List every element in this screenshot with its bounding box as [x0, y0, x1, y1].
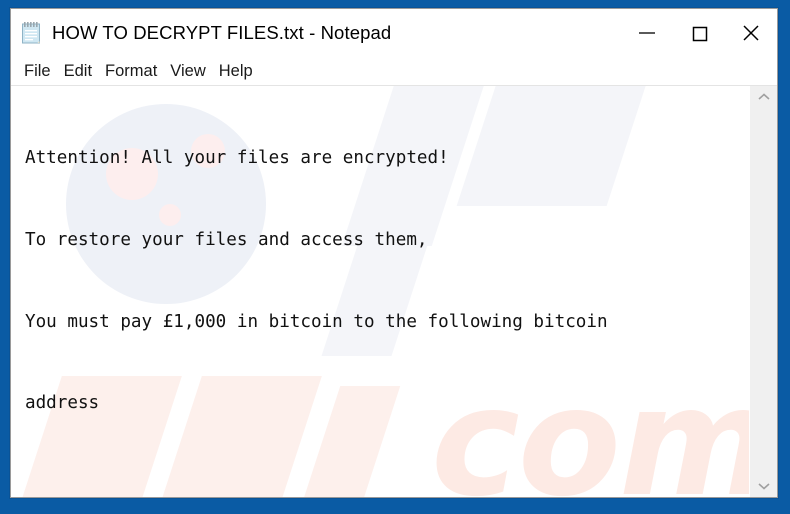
maximize-button[interactable]: [673, 9, 725, 57]
text-line: [25, 472, 749, 497]
maximize-icon: [692, 26, 708, 42]
window-title: HOW TO DECRYPT FILES.txt - Notepad: [52, 22, 392, 43]
chevron-up-icon: [757, 93, 770, 100]
text-line: To restore your files and access them,: [25, 230, 428, 251]
text-editor[interactable]: com Attention! All your files are encryp…: [11, 86, 749, 497]
close-button[interactable]: [725, 9, 777, 57]
menu-item-file[interactable]: File: [24, 63, 51, 80]
scroll-up-button[interactable]: [750, 86, 777, 108]
notepad-icon: [21, 21, 43, 45]
minimize-icon: [639, 32, 655, 34]
text-line: You must pay £1,000 in bitcoin to the fo…: [25, 311, 608, 332]
menu-item-edit[interactable]: Edit: [64, 63, 92, 80]
minimize-button[interactable]: [621, 9, 673, 57]
window-controls: [621, 9, 777, 57]
editor-area: com Attention! All your files are encryp…: [11, 85, 777, 497]
scrollbar-track[interactable]: [750, 108, 777, 475]
menu-item-view[interactable]: View: [170, 63, 205, 80]
vertical-scrollbar[interactable]: [749, 86, 777, 497]
close-icon: [743, 25, 759, 41]
text-line: address: [25, 393, 100, 414]
title-bar: HOW TO DECRYPT FILES.txt - Notepad: [11, 9, 777, 57]
desktop-background: HOW TO DECRYPT FILES.txt - Notepad File …: [0, 0, 790, 514]
menu-item-help[interactable]: Help: [219, 63, 253, 80]
menu-item-format[interactable]: Format: [105, 63, 157, 80]
scroll-down-button[interactable]: [750, 475, 777, 497]
menu-bar: File Edit Format View Help: [11, 57, 777, 85]
chevron-down-icon: [757, 483, 770, 490]
text-line: Attention! All your files are encrypted!: [25, 148, 449, 169]
ransom-note-text[interactable]: Attention! All your files are encrypted!…: [11, 86, 749, 497]
notepad-window: HOW TO DECRYPT FILES.txt - Notepad File …: [10, 8, 778, 498]
